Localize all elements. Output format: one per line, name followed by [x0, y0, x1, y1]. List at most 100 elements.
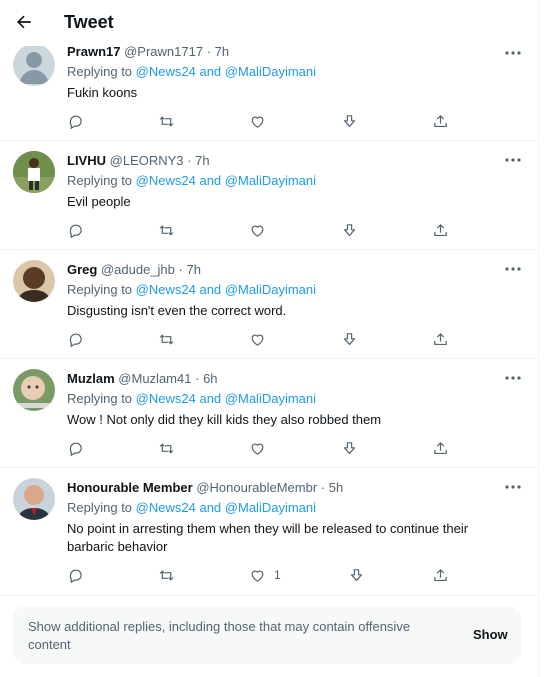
reply-button[interactable]	[67, 329, 84, 349]
display-name[interactable]: Muzlam	[67, 371, 115, 386]
replying-to: Replying to @News24 and @MaliDayimani	[67, 282, 316, 297]
handle[interactable]: @Prawn1717	[124, 44, 203, 59]
handle[interactable]: @HonourableMembr	[196, 480, 317, 495]
like-button[interactable]	[249, 329, 266, 349]
like-button[interactable]: 1	[249, 565, 281, 585]
tweet-actions	[67, 438, 467, 460]
like-icon	[251, 443, 264, 455]
avatar[interactable]	[13, 44, 55, 86]
reply-icon	[69, 442, 82, 456]
avatar[interactable]	[13, 369, 55, 411]
reply-tweet[interactable]: LIVHU @LEORNY3 · 7h Replying to @News24 …	[0, 141, 538, 250]
tweet-text: Disgusting isn't even the correct word.	[67, 303, 287, 318]
retweet-icon	[159, 569, 174, 581]
handle[interactable]: @LEORNY3	[110, 153, 184, 168]
share-button[interactable]	[432, 329, 449, 349]
timestamp[interactable]: 7h	[215, 44, 229, 59]
mention-link[interactable]: @News24	[136, 391, 196, 406]
more-icon[interactable]	[504, 46, 522, 60]
reply-icon	[69, 333, 82, 347]
retweet-button[interactable]	[158, 220, 175, 240]
more-icon[interactable]	[504, 262, 522, 276]
timestamp[interactable]: 7h	[195, 153, 209, 168]
share-icon	[434, 114, 447, 127]
page-title: Tweet	[64, 12, 114, 32]
reply-icon	[69, 569, 82, 583]
downvote-icon	[343, 223, 356, 236]
reply-tweet[interactable]: Prawn17 @Prawn1717 · 7h Replying to @New…	[0, 32, 538, 141]
mention-link[interactable]: @MaliDayimani	[225, 64, 316, 79]
reply-tweet[interactable]: Greg @adude_jhb · 7h Replying to @News24…	[0, 250, 538, 359]
reply-button[interactable]	[67, 111, 84, 131]
tweet-text: Evil people	[67, 194, 131, 209]
mention-link[interactable]: @News24	[136, 173, 196, 188]
more-icon[interactable]	[504, 153, 522, 167]
share-button[interactable]	[432, 111, 449, 131]
like-icon	[251, 225, 264, 237]
reply-button[interactable]	[67, 565, 84, 585]
display-name[interactable]: Honourable Member	[67, 480, 193, 495]
mention-link[interactable]: @MaliDayimani	[225, 500, 316, 515]
replying-label: Replying to	[67, 391, 133, 406]
display-name[interactable]: LIVHU	[67, 153, 106, 168]
downvote-button[interactable]	[341, 220, 358, 240]
display-name[interactable]: Prawn17	[67, 44, 120, 59]
retweet-icon	[159, 224, 174, 236]
retweet-button[interactable]	[158, 111, 175, 131]
tweet-actions: 1	[67, 565, 467, 587]
reply-icon	[69, 224, 82, 238]
avatar[interactable]	[13, 260, 55, 302]
mention-link[interactable]: @News24	[136, 64, 196, 79]
profile-photo	[13, 369, 55, 411]
author-row: Muzlam @Muzlam41 · 6h	[67, 371, 218, 386]
more-icon[interactable]	[504, 480, 522, 494]
downvote-icon	[343, 114, 356, 127]
handle[interactable]: @Muzlam41	[118, 371, 191, 386]
share-button[interactable]	[432, 438, 449, 458]
timestamp[interactable]: 5h	[329, 480, 343, 495]
avatar[interactable]	[13, 151, 55, 193]
reply-tweet[interactable]: Honourable Member @HonourableMembr · 5h …	[0, 468, 538, 596]
mention-link[interactable]: @News24	[136, 282, 196, 297]
retweet-button[interactable]	[158, 329, 175, 349]
mention-link[interactable]: @MaliDayimani	[225, 173, 316, 188]
reply-button[interactable]	[67, 438, 84, 458]
retweet-icon	[159, 115, 174, 127]
tweet-actions	[67, 111, 467, 133]
mention-link[interactable]: @MaliDayimani	[225, 282, 316, 297]
like-button[interactable]	[249, 111, 266, 131]
downvote-button[interactable]	[348, 565, 365, 585]
retweet-button[interactable]	[158, 438, 175, 458]
timestamp[interactable]: 7h	[187, 262, 201, 277]
like-button[interactable]	[249, 220, 266, 240]
show-additional-replies-panel[interactable]: Show additional replies, including those…	[13, 606, 521, 664]
handle[interactable]: @adude_jhb	[101, 262, 175, 277]
tweet-actions	[67, 329, 467, 351]
mention-joiner: and	[199, 500, 222, 515]
reply-icon	[69, 115, 82, 129]
page-header: Tweet	[0, 0, 538, 46]
display-name[interactable]: Greg	[67, 262, 97, 277]
reply-tweet[interactable]: Muzlam @Muzlam41 · 6h Replying to @News2…	[0, 359, 538, 468]
mention-link[interactable]: @News24	[136, 500, 196, 515]
share-button[interactable]	[432, 565, 449, 585]
retweet-button[interactable]	[158, 565, 175, 585]
like-button[interactable]	[249, 438, 266, 458]
reply-button[interactable]	[67, 220, 84, 240]
downvote-button[interactable]	[341, 438, 358, 458]
replying-label: Replying to	[67, 282, 133, 297]
profile-photo	[13, 151, 55, 193]
replying-label: Replying to	[67, 500, 133, 515]
replying-to: Replying to @News24 and @MaliDayimani	[67, 173, 316, 188]
downvote-button[interactable]	[341, 111, 358, 131]
more-icon[interactable]	[504, 371, 522, 385]
downvote-button[interactable]	[341, 329, 358, 349]
show-button[interactable]: Show	[473, 627, 508, 642]
back-arrow-icon[interactable]	[14, 12, 34, 32]
timestamp[interactable]: 6h	[203, 371, 217, 386]
like-icon	[251, 334, 264, 346]
avatar[interactable]	[13, 478, 55, 520]
author-row: Honourable Member @HonourableMembr · 5h	[67, 480, 344, 495]
mention-link[interactable]: @MaliDayimani	[225, 391, 316, 406]
share-button[interactable]	[432, 220, 449, 240]
